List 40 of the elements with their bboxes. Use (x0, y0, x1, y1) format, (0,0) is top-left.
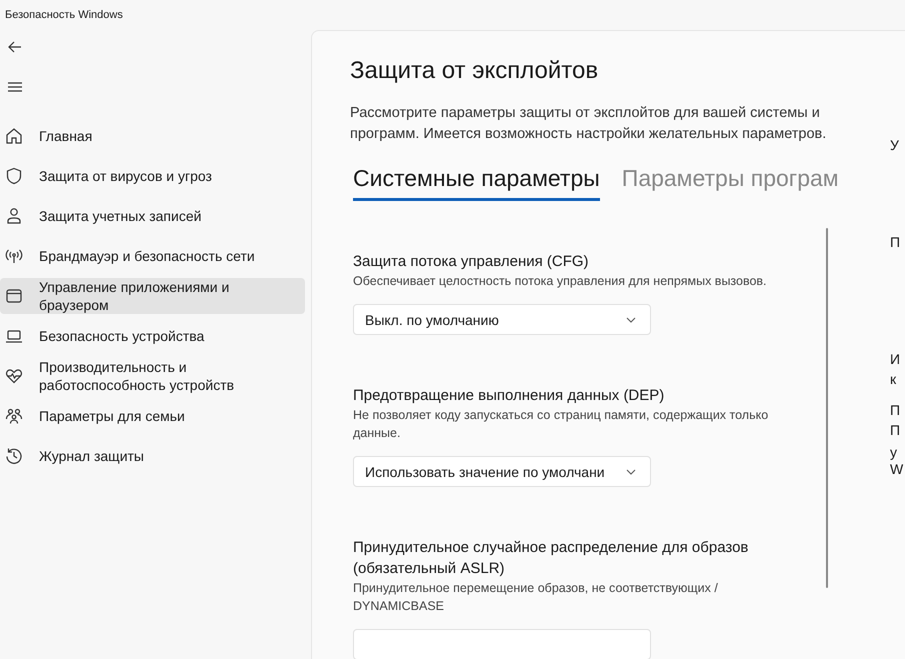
heart-icon (5, 367, 23, 385)
history-icon (5, 447, 23, 465)
shield-icon (5, 167, 23, 185)
nav-item[interactable]: Защита учетных записей (0, 198, 305, 234)
nav-item[interactable]: Брандмауэр и безопасность сети (0, 238, 305, 274)
nav-item[interactable]: Безопасность устройства (0, 318, 305, 354)
wifi-icon (5, 247, 23, 265)
cut-off-text: к (890, 371, 896, 387)
dropdown[interactable]: Выкл. по умолчанию (353, 304, 651, 335)
nav-item[interactable]: Главная (0, 118, 305, 154)
person-icon (5, 207, 23, 225)
chevron-down-icon (626, 468, 636, 474)
cut-off-text: у (890, 444, 897, 460)
page-description: Рассмотрите параметры защиты от эксплойтов для вашей системы и программ. Имеется возможность настройки желательных параметров. (350, 104, 828, 144)
cut-off-text: П (890, 234, 900, 250)
setting-title: Предотвращение выполнения данных (DEP) (353, 386, 666, 406)
cut-off-text: П (890, 402, 900, 418)
cut-off-text: П (890, 422, 900, 438)
nav-item[interactable]: Управление приложениями и браузером (0, 278, 305, 314)
page-title: Защита от эксплойтов (350, 57, 600, 85)
setting-description: Обеспечивает целостность потока управления для непрямых вызовов. (353, 273, 768, 290)
tab[interactable]: Системные параметры (353, 165, 600, 201)
dropdown[interactable]: Использовать значение по умолчани (353, 456, 651, 487)
setting-title: Защита потока управления (CFG) (353, 252, 590, 272)
nav-item[interactable]: Производительность и работоспособность устройств (0, 358, 305, 394)
family-icon (5, 407, 23, 425)
nav-item[interactable]: Защита от вирусов и угроз (0, 158, 305, 194)
chevron-down-icon (626, 316, 636, 322)
cut-off-text: И (890, 351, 900, 367)
home-icon (5, 127, 23, 145)
window-title: Безопасность Windows (5, 9, 123, 21)
setting-description: Принудительное перемещение образов, не соответствующих / DYNAMICBASE (353, 580, 719, 615)
cut-off-text: W (890, 461, 904, 477)
nav-item[interactable]: Журнал защиты (0, 438, 305, 474)
window-icon (5, 287, 23, 305)
nav-item[interactable]: Параметры для семьи (0, 398, 305, 434)
scroll-bar[interactable] (826, 228, 828, 588)
setting-title: Принудительное случайное распределение для образов (обязательный ASLR) (353, 538, 750, 579)
cut-off-text: У (890, 137, 899, 153)
setting-description: Не позволяет коду запускаться со страниц памяти, содержащих только данные. (353, 407, 770, 442)
